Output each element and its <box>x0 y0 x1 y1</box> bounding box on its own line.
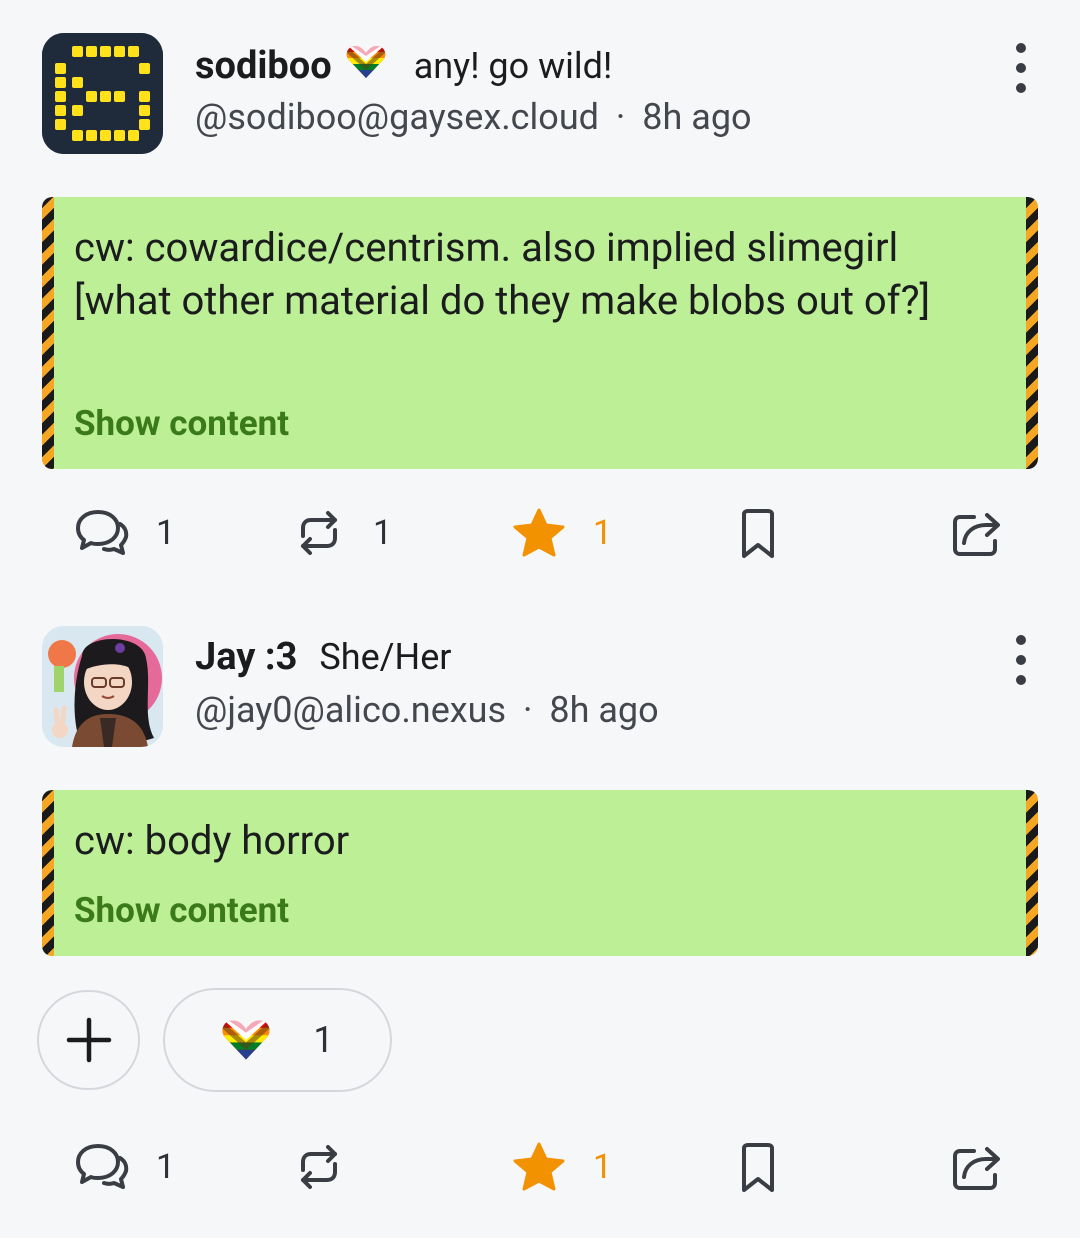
bookmark-button[interactable] <box>738 508 778 560</box>
bookmark-icon <box>738 508 778 560</box>
separator: · <box>523 689 533 731</box>
boost-count: 1 <box>373 513 393 553</box>
handle[interactable]: @sodiboo@gaysex.cloud <box>195 96 599 138</box>
pride-heart-icon <box>346 44 386 80</box>
reply-icon <box>74 508 130 558</box>
cw-text: cw: cowardice/centrism. also implied sli… <box>74 224 931 324</box>
avatar-image <box>42 626 163 747</box>
cw-stripe-right <box>1026 197 1038 469</box>
handle[interactable]: @jay0@alico.nexus <box>195 689 506 731</box>
boost-icon <box>291 508 347 558</box>
cw-stripe-right <box>1026 790 1038 956</box>
pronouns: She/Her <box>319 636 452 678</box>
star-icon <box>511 1141 567 1193</box>
reply-button[interactable]: 1 <box>74 508 175 558</box>
timestamp[interactable]: 8h ago <box>642 96 751 138</box>
star-icon <box>511 507 567 559</box>
post-sodiboo: sodiboo any! go wild! @sodiboo@gaysex.cl… <box>0 0 1080 590</box>
bookmark-icon <box>738 1142 778 1194</box>
display-name[interactable]: sodiboo <box>195 44 332 88</box>
display-name[interactable]: Jay :3 <box>195 635 297 679</box>
boost-button[interactable]: 1 <box>291 508 392 558</box>
boost-button[interactable] <box>291 1142 347 1192</box>
more-options-icon[interactable] <box>1004 635 1038 685</box>
avatar-image <box>42 33 163 154</box>
handle-line: @sodiboo@gaysex.cloud · 8h ago <box>195 96 752 138</box>
share-icon <box>950 507 1006 559</box>
cw-stripe-left <box>42 790 54 956</box>
reply-button[interactable]: 1 <box>74 1142 175 1192</box>
plus-icon <box>66 1017 111 1063</box>
content-warning: cw: cowardice/centrism. also implied sli… <box>42 197 1038 469</box>
show-content-button[interactable]: Show content <box>74 403 289 444</box>
reply-count: 1 <box>156 513 176 553</box>
name-line: sodiboo any! go wild! <box>195 42 612 88</box>
share-button[interactable] <box>950 507 1006 559</box>
name-extra: any! go wild! <box>413 45 613 87</box>
bookmark-button[interactable] <box>738 1142 778 1194</box>
cw-text: cw: body horror <box>74 817 350 864</box>
favourite-button[interactable]: 1 <box>511 1141 612 1193</box>
name-line: Jay :3 She/Her <box>195 635 452 679</box>
reply-count: 1 <box>156 1147 176 1187</box>
boost-icon <box>291 1142 347 1192</box>
add-reaction-button[interactable] <box>37 990 140 1090</box>
timestamp[interactable]: 8h ago <box>549 689 658 731</box>
favourite-button[interactable]: 1 <box>511 507 612 559</box>
reply-icon <box>74 1142 130 1192</box>
show-content-button[interactable]: Show content <box>74 890 289 931</box>
separator: · <box>615 96 626 138</box>
handle-line: @jay0@alico.nexus · 8h ago <box>195 689 659 731</box>
cw-stripe-left <box>42 197 54 469</box>
post-jay: Jay :3 She/Her @jay0@alico.nexus · 8h ag… <box>0 590 1080 1238</box>
reaction-count: 1 <box>313 1019 334 1061</box>
content-warning: cw: body horror Show content <box>42 790 1038 956</box>
more-options-icon[interactable] <box>1004 43 1038 93</box>
pride-heart-icon <box>221 1018 271 1062</box>
share-icon <box>950 1141 1006 1193</box>
reaction-chip[interactable]: 1 <box>163 988 392 1092</box>
share-button[interactable] <box>950 1141 1006 1193</box>
favourite-count: 1 <box>593 1147 613 1187</box>
favourite-count: 1 <box>593 513 613 553</box>
avatar[interactable] <box>42 626 163 747</box>
avatar[interactable] <box>42 33 163 154</box>
